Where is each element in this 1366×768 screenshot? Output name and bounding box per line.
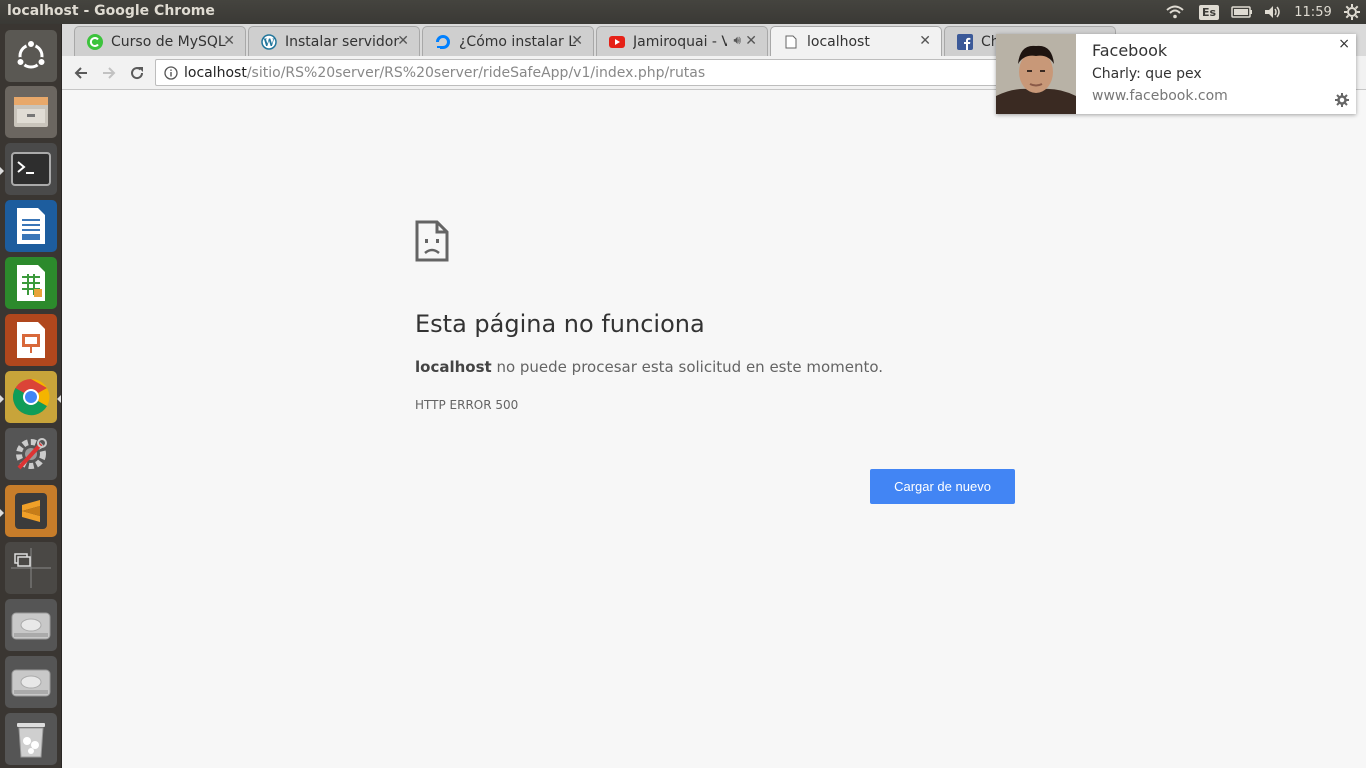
close-icon[interactable]: ✕ [571,33,583,49]
tab-localhost[interactable]: localhost ✕ [770,26,942,57]
workspace-switcher-icon[interactable] [5,542,57,594]
back-button[interactable] [70,62,92,84]
close-icon[interactable]: ✕ [397,33,409,49]
page-icon [783,34,799,50]
error-message-text: no puede procesar esta solicitud en este… [491,358,884,376]
running-indicator [0,395,4,403]
error-title: Esta página no funciona [415,310,705,338]
ubuntu-dash-icon[interactable] [5,30,57,82]
terminal-icon[interactable] [5,143,57,195]
libreoffice-writer-icon[interactable] [5,200,57,252]
focused-indicator [57,395,61,403]
close-icon[interactable]: ✕ [919,33,931,49]
tab-curso-mysql[interactable]: Curso de MySQL ✕ [74,26,246,56]
google-chrome-icon[interactable] [5,371,57,423]
keyboard-layout-indicator[interactable]: Es [1192,0,1226,24]
drive-icon[interactable] [5,656,57,708]
running-indicator [0,167,4,175]
clock[interactable]: 11:59 [1288,0,1338,24]
address-bar[interactable]: localhost/sitio/RS%20server/RS%20server/… [155,59,1015,86]
error-page: Esta página no funciona localhost no pue… [62,91,1366,768]
tab-jamiroquai[interactable]: Jamiroquai - V 🔊︎ ✕ [596,26,768,56]
files-icon[interactable] [5,86,57,138]
notification-body: Charly: que pex [1092,66,1202,82]
top-panel: localhost - Google Chrome Es 11:59 [0,0,1366,24]
audio-playing-icon[interactable]: 🔊︎ [733,33,741,48]
libreoffice-calc-icon[interactable] [5,257,57,309]
chrome-window: Curso de MySQL ✕ W Instalar servidor ✕ ¿… [62,24,1366,768]
digitalocean-icon [435,34,451,50]
system-tray: Es 11:59 [1158,0,1366,24]
forward-button[interactable] [98,62,120,84]
facebook-notification[interactable]: Facebook Charly: que pex www.facebook.co… [996,34,1356,114]
notification-title: Facebook [1092,41,1168,60]
system-settings-icon[interactable] [5,428,57,480]
close-icon[interactable]: ✕ [745,33,757,49]
sad-page-icon [415,220,449,262]
sublime-text-icon[interactable] [5,485,57,537]
drive-icon[interactable] [5,599,57,651]
green-c-icon [87,33,103,50]
tab-como-instalar[interactable]: ¿Cómo instalar L ✕ [422,26,594,56]
notification-source: www.facebook.com [1092,88,1228,104]
battery-icon[interactable] [1226,0,1258,24]
error-host: localhost [415,358,492,376]
window-title: localhost - Google Chrome [7,3,215,19]
error-message: localhost no puede procesar esta solicit… [415,358,883,376]
close-icon[interactable]: ✕ [223,33,235,49]
wifi-icon[interactable] [1158,0,1192,24]
facebook-icon [957,33,973,50]
launcher [0,24,62,768]
svg-text:W: W [262,38,275,49]
error-code: HTTP ERROR 500 [415,398,519,412]
reload-icon[interactable] [126,62,148,84]
wordpress-icon: W [261,33,277,50]
libreoffice-impress-icon[interactable] [5,314,57,366]
keyboard-layout-label: Es [1198,4,1220,20]
url-host: localhost [184,64,247,81]
close-icon[interactable]: × [1338,36,1350,52]
url-text[interactable]: localhost/sitio/RS%20server/RS%20server/… [184,65,705,81]
reload-button[interactable]: Cargar de nuevo [870,469,1015,504]
session-gear-icon[interactable] [1338,0,1366,24]
tab-title: Jamiroquai - V [633,33,727,50]
youtube-icon [609,34,625,50]
volume-icon[interactable] [1258,0,1288,24]
avatar [996,34,1076,114]
info-icon[interactable] [164,65,178,80]
gear-icon[interactable] [1335,92,1349,107]
url-path: /sitio/RS%20server/RS%20server/rideSafeA… [246,64,706,81]
tab-instalar-servidor[interactable]: W Instalar servidor ✕ [248,26,420,56]
trash-icon[interactable] [5,713,57,765]
running-indicator [0,509,4,517]
